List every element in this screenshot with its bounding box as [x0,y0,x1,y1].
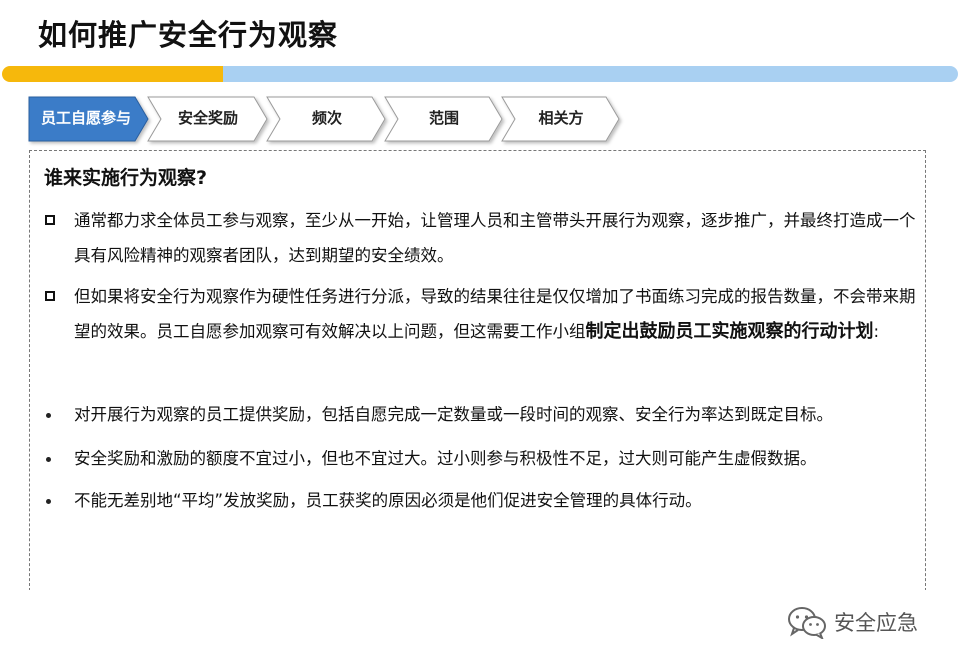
wechat-icon [788,607,826,639]
dot-bullet-icon [46,499,51,504]
square-bullet-icon [45,291,55,301]
watermark-text: 安全应急 [834,611,918,635]
tab-stakeholders[interactable]: 相关方 [510,107,612,129]
dot-bullet-icon [46,457,51,462]
bullet-item-3: 不能无差别地“平均”发放奖励，员工获奖的原因必须是他们促进安全管理的具体行动。 [74,491,702,510]
tab-scope[interactable]: 范围 [393,107,495,129]
bullet-item-2: 安全奖励和激励的额度不宜过小，但也不宜过大。过小则参与积极性不足，过大则可能产生… [74,449,817,468]
square-bullet-icon [45,215,55,225]
tab-employee-voluntary[interactable]: 员工自愿参与 [29,107,143,129]
bullet-item-1: 对开展行为观察的员工提供奖励，包括自愿完成一定数量或一段时间的观察、安全行为率达… [74,405,833,424]
tab-frequency[interactable]: 频次 [275,107,379,129]
paragraph-2-emphasis: 制定出鼓励员工实施观察的行动计划 [585,321,874,342]
section-heading: 谁来实施行为观察? [44,167,208,189]
paragraph-1: 通常都力求全体员工参与观察，至少从一开始，让管理人员和主管带头开展行为观察，逐步… [74,211,916,265]
dot-bullet-icon [46,413,51,418]
paragraph-2: 但如果将安全行为观察作为硬性任务进行分派，导致的结果往往是仅仅增加了书面练习完成… [74,279,926,349]
tab-safety-reward[interactable]: 安全奖励 [156,107,260,129]
paragraph-2-colon: : [873,322,880,341]
chevron-tab-strip [28,96,620,142]
